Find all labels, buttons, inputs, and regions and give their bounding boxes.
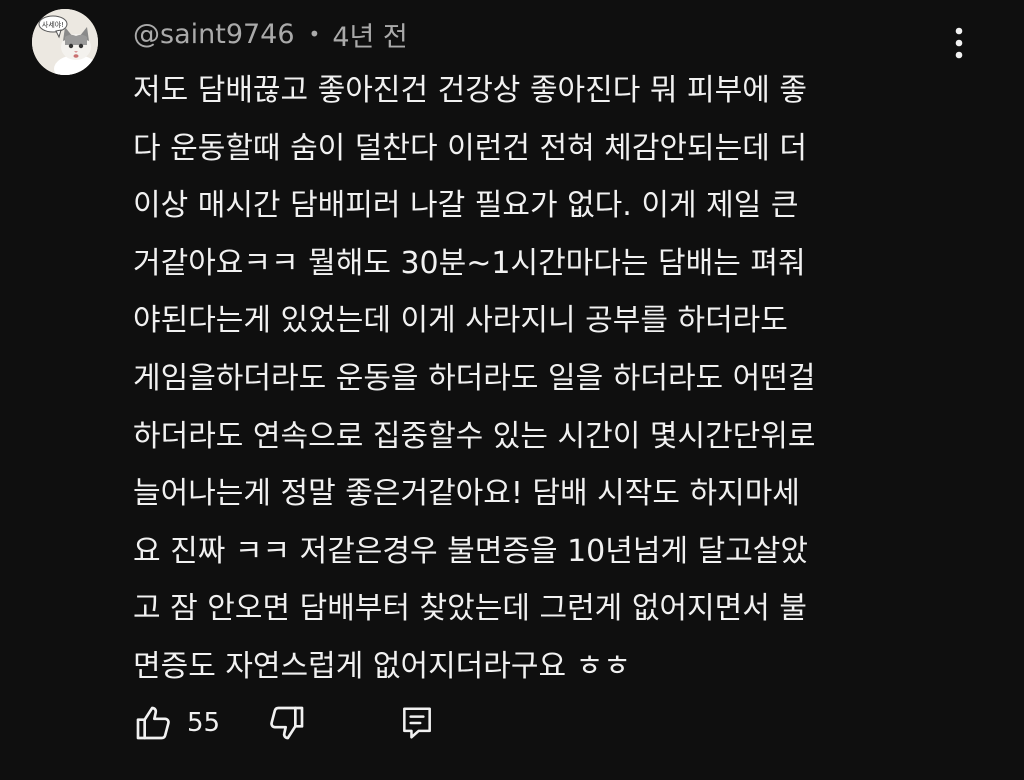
- reply-button[interactable]: [395, 701, 439, 745]
- separator-dot: •: [308, 22, 321, 46]
- comment-line: 이상 매시간 담배피러 나갈 필요가 없다. 이게 제일 큰: [133, 188, 799, 224]
- comment-line: 면증도 자연스럽게 없어지더라구요 ㅎㅎ: [133, 648, 631, 684]
- thumbs-up-icon: [136, 706, 170, 740]
- comment-text: 저도 담배끊고 좋아진건 건강상 좋아진다 뭐 피부에 좋 다 운동할때 숨이 …: [133, 62, 993, 696]
- author-name[interactable]: @saint9746: [133, 19, 295, 50]
- comment-line: 늘어나는게 정말 좋은거같아요! 담배 시작도 하지마세: [133, 476, 800, 512]
- avatar-bubble-text: 사세야!: [42, 20, 64, 29]
- dislike-button[interactable]: [265, 701, 309, 745]
- comment-line: 다 운동할때 숨이 덜찬다 이런건 전혀 체감안되는데 더: [133, 130, 807, 166]
- more-vertical-icon: [955, 27, 963, 59]
- comment-line: 저도 담배끊고 좋아진건 건강상 좋아진다 뭐 피부에 좋: [133, 73, 807, 108]
- comment-line: 거같아요ㅋㅋ 뭘해도 30분~1시간마다는 담배는 펴줘: [133, 245, 806, 281]
- more-options-button[interactable]: [942, 22, 976, 64]
- comment-line: 야된다는게 있었는데 이게 사라지니 공부를 하더라도: [133, 303, 788, 339]
- comment-line: 고 잠 안오면 담배부터 찾았는데 그런게 없어지면서 불: [133, 591, 807, 627]
- comment-actions: 55: [131, 698, 439, 748]
- comment-line: 요 진짜 ㅋㅋ 저같은경우 불면증을 10년넘게 달고살았: [133, 533, 808, 569]
- comment-icon: [403, 707, 431, 739]
- avatar[interactable]: 사세야!: [32, 9, 98, 75]
- timestamp[interactable]: 4년 전: [332, 15, 407, 54]
- cat-avatar-image: 사세야!: [32, 9, 98, 75]
- like-count: 55: [187, 708, 221, 738]
- like-button[interactable]: [131, 701, 175, 745]
- comment-line: 하더라도 연속으로 집중할수 있는 시간이 몇시간단위로: [133, 418, 816, 454]
- thumbs-down-icon: [270, 706, 304, 740]
- comment-line: 게임을하더라도 운동을 하더라도 일을 하더라도 어떤걸: [133, 360, 816, 396]
- comment-header: @saint9746 • 4년 전: [133, 14, 408, 54]
